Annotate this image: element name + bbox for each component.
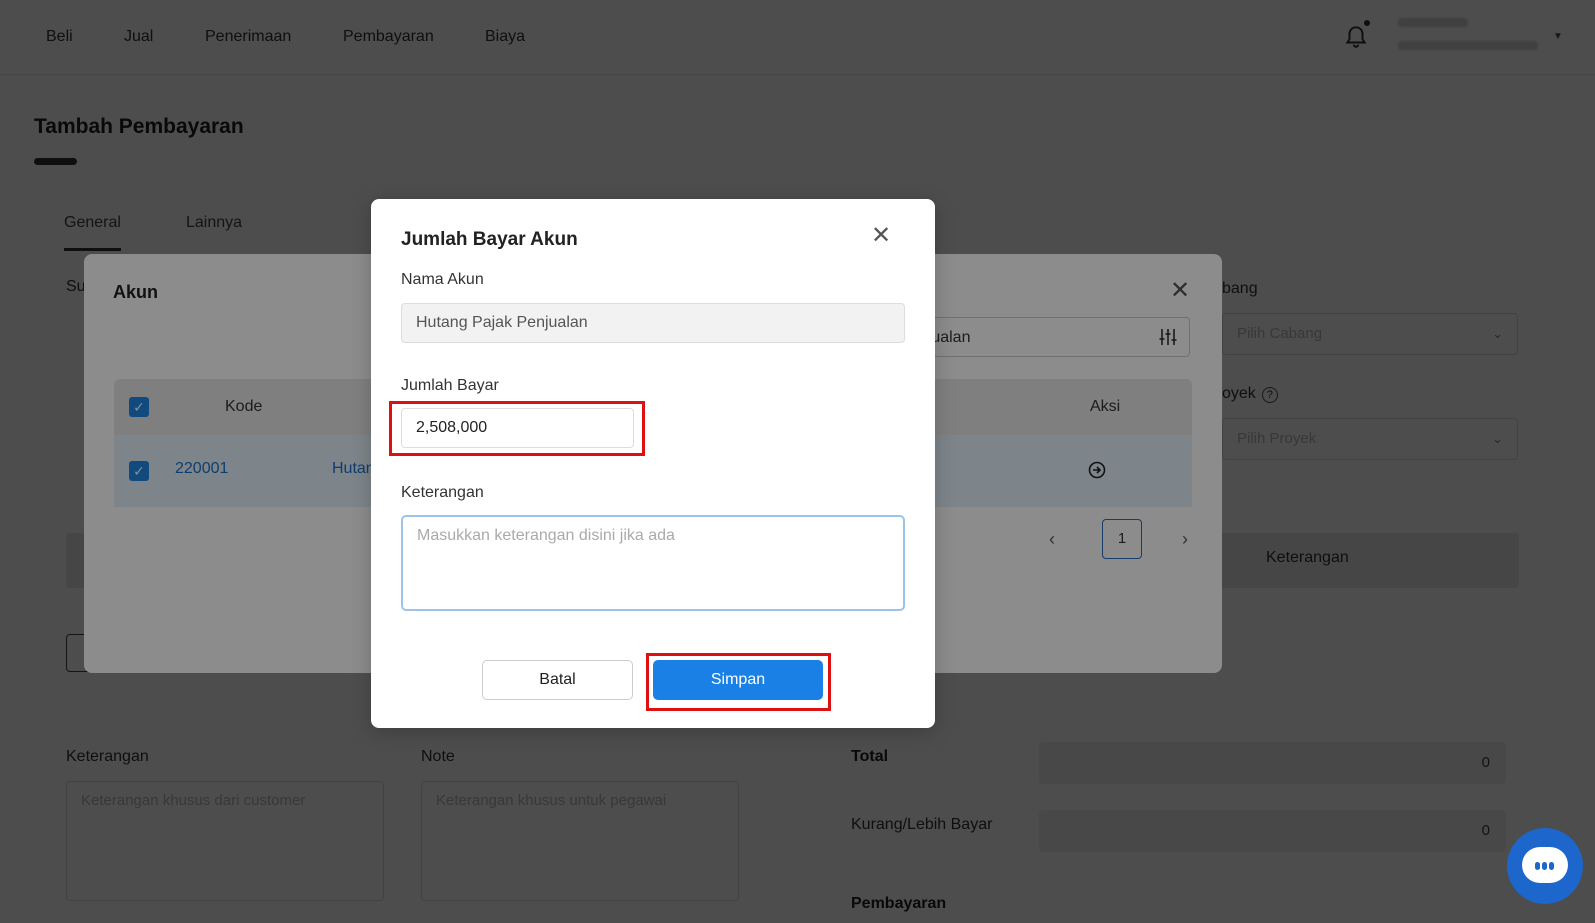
save-button[interactable]: Simpan — [653, 660, 823, 700]
keterangan-label: Keterangan — [401, 484, 484, 501]
jumlah-bayar-input[interactable] — [401, 408, 634, 448]
jumlah-bayar-modal: Jumlah Bayar Akun ✕ Nama Akun Hutang Paj… — [371, 199, 935, 728]
modal-title: Jumlah Bayar Akun — [401, 229, 578, 250]
chat-icon — [1522, 847, 1568, 883]
close-icon[interactable]: ✕ — [871, 221, 891, 250]
jumlah-bayar-label: Jumlah Bayar — [401, 377, 499, 394]
keterangan-textarea[interactable] — [401, 515, 905, 611]
chat-icon-dot — [1549, 862, 1554, 870]
chat-icon-dot — [1535, 862, 1540, 870]
nama-akun-field: Hutang Pajak Penjualan — [401, 303, 905, 343]
chat-icon-dot — [1542, 862, 1547, 870]
nama-akun-label: Nama Akun — [401, 271, 484, 288]
cancel-button[interactable]: Batal — [482, 660, 633, 700]
chat-button[interactable] — [1507, 828, 1583, 904]
